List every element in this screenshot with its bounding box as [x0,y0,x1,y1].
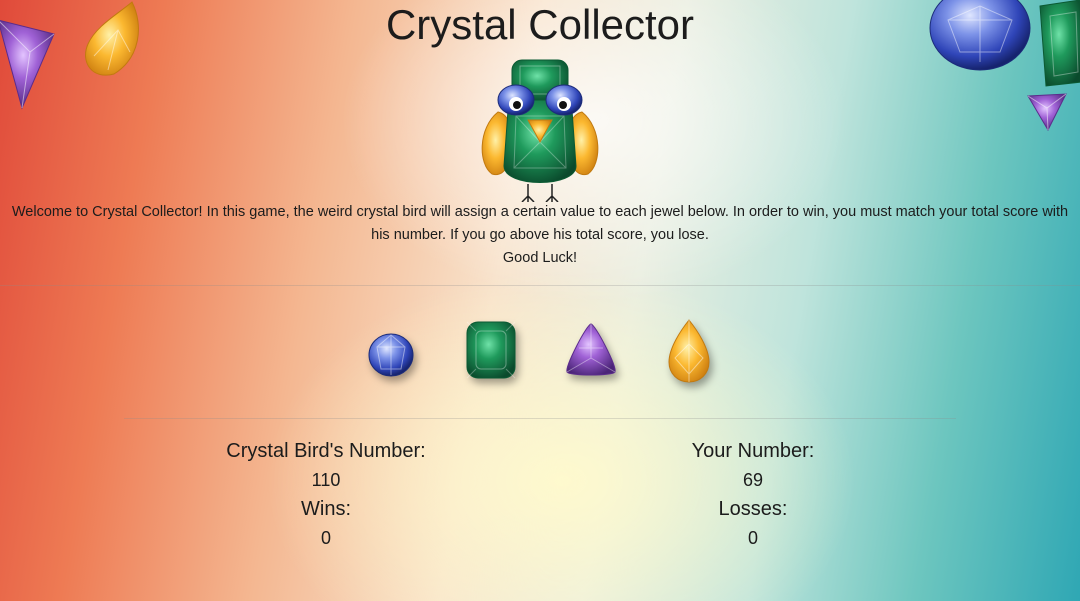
divider [124,418,956,419]
green-jewel-button[interactable] [465,320,517,380]
bird-number-value: 110 [311,470,341,490]
instructions-text: Welcome to Crystal Collector! In this ga… [10,201,1070,270]
blue-jewel-button[interactable] [367,333,415,379]
green-gem-decoration-icon [1039,0,1080,87]
divider [0,285,1080,286]
blue-gem-decoration-icon [929,0,1031,71]
wins-label: Wins: [301,498,351,520]
crystal-bird-number-panel: Crystal Bird's Number: 110 Wins: 0 [176,437,476,553]
wins-value: 0 [320,528,331,548]
crystal-bird-icon [481,59,599,202]
losses-label: Losses: [718,498,788,520]
your-number-panel: Your Number: 69 Losses: 0 [603,437,903,553]
page-title: Crystal Collector [385,1,695,48]
yellow-gem-decoration-icon [85,1,139,76]
losses-value: 0 [747,528,758,548]
purple-gem-decoration-icon [0,19,55,110]
instructions-paragraph: Welcome to Crystal Collector! In this ga… [11,204,1069,243]
your-number-label: Your Number: [691,440,815,462]
purple-jewel-button[interactable] [563,322,619,378]
your-number-value: 69 [742,470,764,490]
good-luck-text: Good Luck! [502,250,578,266]
bird-number-label: Crystal Bird's Number: [226,440,426,462]
small-purple-gem-decoration-icon [1027,93,1067,132]
yellow-jewel-button[interactable] [667,318,711,384]
